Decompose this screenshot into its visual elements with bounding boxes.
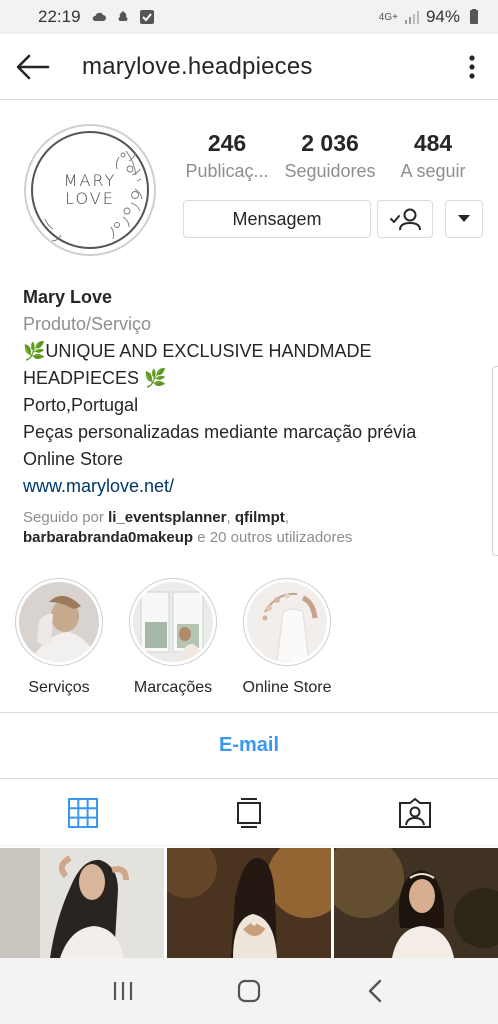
bio-line: 🌿UNIQUE AND EXCLUSIVE HANDMADE xyxy=(23,341,372,361)
highlight-ring xyxy=(129,578,217,666)
highlight-ring xyxy=(243,578,331,666)
profile-avatar[interactable]: MARY LOVE xyxy=(24,124,156,256)
battery-percent: 94% xyxy=(425,7,460,26)
battery-icon xyxy=(470,9,478,24)
tagged-person-icon xyxy=(399,797,431,828)
stat-posts-value: 246 xyxy=(207,130,247,156)
scroll-indicator xyxy=(492,366,498,556)
tab-grid[interactable] xyxy=(0,780,166,845)
status-time: 22:19 xyxy=(38,7,81,26)
profile-actions: Mensagem xyxy=(183,200,483,238)
back-button[interactable] xyxy=(0,34,66,100)
cloud-icon xyxy=(92,12,106,21)
network-type: 4G+ xyxy=(378,11,398,23)
followed-by-user: barbarabranda0makeup xyxy=(23,529,194,546)
suggestions-dropdown-button[interactable] xyxy=(445,200,483,238)
highlight-online-store[interactable]: Online Store xyxy=(232,578,342,698)
grid-icon xyxy=(68,797,98,828)
bio-category: Produto/Serviço xyxy=(23,314,152,334)
system-back-button[interactable] xyxy=(355,971,395,1011)
highlight-marcacoes[interactable]: Marcações xyxy=(118,578,228,698)
signal-icon xyxy=(404,11,419,24)
stat-following-label: A seguir xyxy=(400,161,466,181)
followed-by-separator: , xyxy=(226,509,235,526)
highlight-cover-image xyxy=(247,582,327,662)
recent-apps-icon xyxy=(113,982,133,1000)
followed-by-user: qfilmpt xyxy=(234,509,285,526)
posts-grid xyxy=(0,848,498,958)
post-thumbnail[interactable] xyxy=(0,848,164,958)
followed-by-prefix: Seguido por xyxy=(23,509,109,526)
stat-followers-label: Seguidores xyxy=(284,161,376,181)
app-bar: marylove.headpieces xyxy=(0,34,498,100)
more-vertical-icon xyxy=(469,55,475,79)
email-button[interactable]: E-mail xyxy=(219,734,279,757)
tab-guides[interactable] xyxy=(166,780,332,845)
guide-book-icon xyxy=(237,797,261,828)
followed-by-separator: , xyxy=(284,509,289,526)
stat-followers-value: 2 036 xyxy=(301,130,359,156)
stat-followers[interactable]: 2 036 Seguidores xyxy=(281,128,379,184)
followed-by-text[interactable]: Seguido por li_eventsplanner, qfilmpt, ba… xyxy=(23,508,483,548)
stat-following[interactable]: 484 A seguir xyxy=(384,128,482,184)
contact-row: E-mail xyxy=(0,712,498,779)
highlight-label: Online Store xyxy=(242,679,332,696)
followed-by-user: li_eventsplanner xyxy=(108,509,227,526)
highlight-label: Marcações xyxy=(133,679,213,696)
followed-by-suffix: e 20 outros utilizadores xyxy=(193,529,353,546)
bio-name: Mary Love xyxy=(23,287,113,307)
system-nav-bar xyxy=(0,958,498,1024)
stat-posts-label: Publicaç... xyxy=(185,161,269,181)
highlight-ring xyxy=(15,578,103,666)
checkbox-icon xyxy=(139,10,154,24)
floral-wreath-icon xyxy=(44,150,143,242)
recent-apps-button[interactable] xyxy=(103,971,143,1011)
more-options-button[interactable] xyxy=(460,51,484,83)
profile-username: marylove.headpieces xyxy=(82,52,313,80)
bio-line: HEADPIECES 🌿 xyxy=(23,368,167,388)
home-button[interactable] xyxy=(229,971,269,1011)
profile-tabs xyxy=(0,780,498,846)
chevron-left-icon xyxy=(368,979,382,1003)
notification-app-icon xyxy=(118,11,128,21)
bio-website-link[interactable]: www.marylove.net/ xyxy=(23,473,483,500)
highlight-servicos[interactable]: Serviços xyxy=(4,578,114,698)
story-highlights: Serviços Marcações Online Store xyxy=(0,578,498,698)
avatar-logo: MARY LOVE xyxy=(31,131,149,249)
message-button[interactable]: Mensagem xyxy=(183,200,371,238)
bio-line: Peças personalizadas mediante marcação p… xyxy=(23,422,417,442)
post-thumbnail[interactable] xyxy=(334,848,498,958)
following-button[interactable] xyxy=(377,200,433,238)
home-icon xyxy=(237,979,261,1003)
post-thumbnail[interactable] xyxy=(167,848,331,958)
bio-line: Porto,Portugal xyxy=(23,395,139,415)
caret-down-icon xyxy=(458,215,470,222)
status-bar: 22:19 4G+ 94% xyxy=(0,0,498,34)
stat-posts[interactable]: 246 Publicaç... xyxy=(178,128,276,184)
tab-tagged[interactable] xyxy=(332,780,498,845)
profile-bio: Mary Love Produto/Serviço 🌿UNIQUE AND EX… xyxy=(23,284,483,548)
bio-line: Online Store xyxy=(23,449,124,469)
arrow-left-icon xyxy=(16,54,50,79)
profile-stats: 246 Publicaç... 2 036 Seguidores 484 A s… xyxy=(178,128,482,184)
highlight-label: Serviços xyxy=(28,679,90,696)
highlight-cover-image xyxy=(19,582,99,662)
person-check-icon xyxy=(390,208,421,231)
highlight-cover-image xyxy=(133,582,213,662)
stat-following-value: 484 xyxy=(413,130,453,156)
